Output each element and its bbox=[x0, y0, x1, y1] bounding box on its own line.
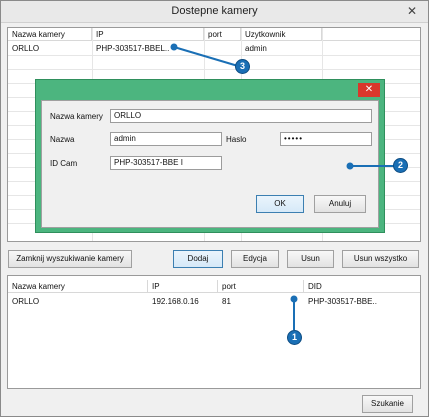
callout-marker-2: 2 bbox=[393, 158, 408, 173]
callout-lines bbox=[170, 43, 397, 330]
callout-dot-2 bbox=[346, 162, 354, 170]
callout-line-3 bbox=[173, 46, 239, 67]
callout-marker-3: 3 bbox=[235, 59, 250, 74]
callout-dot-3 bbox=[170, 43, 178, 51]
callout-marker-1: 1 bbox=[287, 330, 302, 345]
callout-dot-1 bbox=[290, 295, 298, 303]
